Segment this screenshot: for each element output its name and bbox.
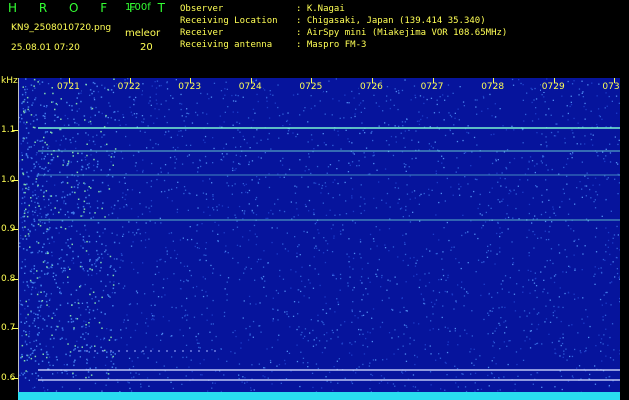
x-tick bbox=[190, 78, 192, 83]
receiver-label: Receiver bbox=[180, 28, 224, 38]
y-tick bbox=[12, 378, 18, 379]
x-tick bbox=[553, 78, 555, 83]
x-tick-label: 0729 bbox=[540, 82, 566, 92]
y-tick bbox=[12, 328, 18, 329]
y-axis-line bbox=[18, 78, 19, 393]
x-tick-label: 0727 bbox=[419, 82, 445, 92]
x-tick-label: 0724 bbox=[237, 82, 263, 92]
x-tick-label: 0721 bbox=[56, 82, 81, 92]
antenna-value: : Maspro FM-3 bbox=[296, 40, 367, 50]
x-tick-label: 0725 bbox=[298, 82, 324, 92]
x-tick bbox=[432, 78, 434, 83]
observer-value: : K.Nagai bbox=[296, 4, 345, 14]
location-value: : Chigasaki, Japan (139.414 35.340) bbox=[296, 16, 486, 26]
x-tick bbox=[311, 78, 313, 83]
y-tick bbox=[12, 130, 18, 131]
x-tick-label: 0726 bbox=[359, 82, 384, 92]
spectrogram-plot bbox=[18, 78, 620, 393]
x-tick bbox=[614, 78, 616, 83]
receiver-value: : AirSpy mini (Miakejima VOR 108.65MHz) bbox=[296, 28, 508, 38]
x-tick bbox=[250, 78, 252, 83]
version-label: 1.00f bbox=[125, 2, 151, 13]
x-tick bbox=[129, 78, 131, 83]
x-tick bbox=[69, 78, 70, 83]
value-label: 20 bbox=[140, 42, 153, 53]
x-tick bbox=[493, 78, 495, 83]
observer-label: Observer bbox=[180, 4, 224, 14]
antenna-label: Receiving antenna bbox=[180, 40, 273, 50]
y-unit-label: kHz bbox=[1, 76, 18, 86]
x-tick bbox=[372, 78, 373, 83]
header-panel: H R O F F T 1.00f KN9_2508010720.png mel… bbox=[0, 0, 629, 78]
right-border bbox=[620, 78, 629, 400]
filename-label: KN9_2508010720.png bbox=[11, 23, 112, 33]
y-tick bbox=[12, 229, 18, 230]
x-tick-label: 0728 bbox=[480, 82, 506, 92]
mode-label: meleor bbox=[125, 28, 161, 39]
x-tick-label: 0722 bbox=[116, 82, 142, 92]
location-label: Receiving Location bbox=[180, 16, 278, 26]
y-tick bbox=[12, 279, 18, 280]
y-tick bbox=[12, 180, 18, 181]
bottom-band bbox=[18, 392, 620, 400]
x-tick-label: 0723 bbox=[177, 82, 203, 92]
timestamp-label: 25.08.01 07:20 bbox=[11, 43, 80, 53]
spectrogram-canvas bbox=[18, 78, 620, 393]
